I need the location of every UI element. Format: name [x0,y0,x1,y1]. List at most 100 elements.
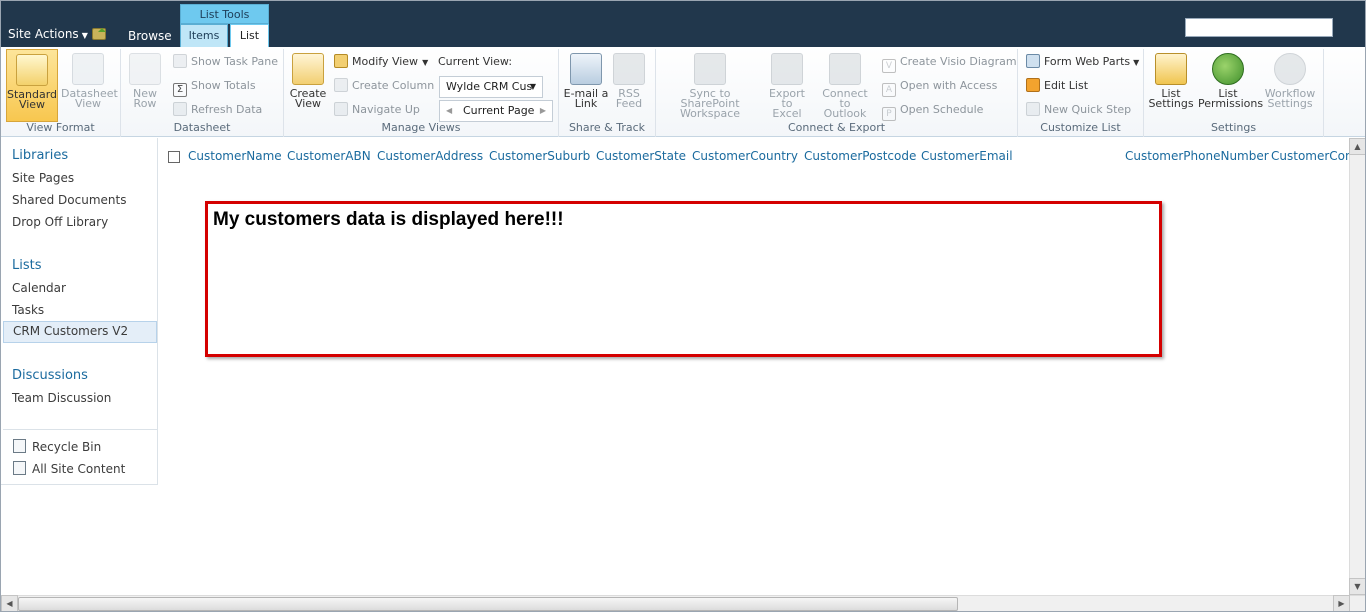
standard-view-icon [16,54,48,86]
nav-item-tasks[interactable]: Tasks [12,303,44,317]
column-header[interactable]: CustomerPostcode [804,149,916,163]
nav-heading-lists[interactable]: Lists [12,258,42,273]
sharepoint-window: Site Actions ▼ Browse List Tools Items Li… [0,0,1366,612]
scroll-left-icon[interactable]: ◀ [1,595,18,611]
nav-item-recycle-bin[interactable]: Recycle Bin [32,440,101,454]
current-view-select[interactable]: Wylde CRM Cus ▼ [439,76,543,98]
settings-group-label: Settings [1210,121,1257,134]
scroll-up-icon[interactable]: ▲ [1349,138,1365,155]
customize-list-group-label: Customize List [1040,121,1121,134]
column-header[interactable]: CustomerABN [287,149,371,163]
nav-item-calendar[interactable]: Calendar [12,281,66,295]
standard-view-button[interactable]: Standard View [6,49,58,122]
sync-workspace-button[interactable]: Sync to SharePoint Workspace [660,49,760,119]
nav-heading-discussions[interactable]: Discussions [12,368,88,383]
form-web-parts-button[interactable]: Form Web Parts ▼ [1026,54,1139,70]
refresh-data-button[interactable]: Refresh Data [173,102,262,118]
envelope-icon [570,53,602,85]
outlook-icon [829,53,861,85]
edit-list-icon [1026,78,1040,92]
scroll-right-icon[interactable]: ▶ [1333,595,1350,611]
new-row-icon [129,53,161,85]
current-page-pager: ◀ Current Page ▶ [439,100,553,122]
list-settings-button[interactable]: List Settings [1148,49,1194,109]
refresh-data-label: Refresh Data [191,103,263,116]
column-header[interactable]: CustomerAddress [377,149,483,163]
connect-outlook-button[interactable]: Connect to Outlook [816,49,874,119]
column-header[interactable]: CustomerPhoneNumber [1125,149,1269,163]
form-web-parts-label: Form Web Parts [1044,55,1131,68]
nav-item-shared-documents[interactable]: Shared Documents [12,193,126,207]
nav-item-drop-off-library[interactable]: Drop Off Library [12,215,108,229]
nav-divider [3,429,157,430]
nav-item-crm-customers-v2[interactable]: CRM Customers V2 [3,321,157,343]
recycle-bin-icon [13,439,26,453]
customer-data-placeholder: My customers data is displayed here!!! [205,201,1162,357]
open-schedule-button[interactable]: P Open Schedule [882,102,983,121]
scroll-down-icon[interactable]: ▼ [1349,578,1365,595]
nav-item-team-discussion[interactable]: Team Discussion [12,391,111,405]
export-excel-label-2: Excel [772,107,802,120]
show-totals-button[interactable]: Σ Show Totals [173,78,256,97]
site-actions-menu[interactable]: Site Actions ▼ [8,27,88,41]
rss-icon [613,53,645,85]
column-header[interactable]: CustomerState [596,149,686,163]
email-link-button[interactable]: E-mail a Link [563,49,609,109]
tab-list[interactable]: List [230,24,269,48]
ribbon: Standard View Datasheet View View Format… [1,47,1365,137]
share-track-group-label: Share & Track [568,121,646,134]
tab-items[interactable]: Items [180,24,228,47]
group-settings: List Settings List Permissions Workflow … [1144,49,1324,137]
edit-list-button[interactable]: Edit List [1026,78,1088,94]
group-view-format: Standard View Datasheet View View Format [1,49,121,137]
create-visio-button[interactable]: V Create Visio Diagram [882,54,1017,73]
create-view-button[interactable]: Create View [288,49,328,109]
search-input[interactable] [1185,18,1333,37]
access-icon: A [882,83,896,97]
workflow-settings-button[interactable]: Workflow Settings [1262,49,1318,109]
show-task-pane-button[interactable]: Show Task Pane [173,54,278,70]
nav-item-site-pages[interactable]: Site Pages [12,171,74,185]
modify-view-button[interactable]: Modify View ▼ [334,54,428,70]
tab-browse[interactable]: Browse [128,29,172,43]
modify-view-label: Modify View [352,55,419,68]
connect-outlook-label-1: Connect to [822,87,868,110]
open-access-button[interactable]: A Open with Access [882,78,997,97]
rss-feed-button[interactable]: RSS Feed [613,49,645,109]
column-header[interactable]: CustomerName [188,149,282,163]
create-column-button[interactable]: Create Column [334,78,434,94]
select-all-checkbox[interactable] [168,151,180,163]
navigate-up-folder-icon[interactable] [92,28,106,40]
new-row-button[interactable]: New Row [127,49,163,109]
vertical-scrollbar[interactable]: ▲ ▼ [1349,138,1365,595]
new-quick-step-label: New Quick Step [1044,103,1132,116]
list-permissions-button[interactable]: List Permissions [1198,49,1263,109]
navigate-up-icon [334,102,348,116]
nav-heading-libraries[interactable]: Libraries [12,148,68,163]
show-task-pane-label: Show Task Pane [191,55,279,68]
column-header[interactable]: CustomerCountry [692,149,798,163]
workflow-icon [1274,53,1306,85]
email-link-label-2: Link [574,97,598,110]
workflow-settings-label-2: Settings [1267,97,1313,110]
next-page-icon[interactable]: ▶ [540,101,546,121]
sigma-icon: Σ [173,83,187,97]
new-quick-step-button[interactable]: New Quick Step [1026,102,1131,118]
chevron-down-icon: ▼ [529,82,536,91]
manage-views-group-label: Manage Views [381,121,461,134]
column-header[interactable]: CustomerCon [1271,149,1349,163]
horizontal-scroll-thumb[interactable] [18,597,958,611]
list-tools-context-label: List Tools [180,4,269,24]
datasheet-view-button[interactable]: Datasheet View [61,49,118,109]
nav-item-all-site-content[interactable]: All Site Content [32,462,125,476]
sync-icon [694,53,726,85]
permissions-users-icon [1212,53,1244,85]
previous-page-icon[interactable]: ◀ [446,101,452,121]
column-header[interactable]: CustomerEmail [921,149,1013,163]
column-header[interactable]: CustomerSuburb [489,149,590,163]
horizontal-scrollbar[interactable]: ◀ ▶ [1,595,1365,611]
all-site-content-icon [13,461,26,475]
project-icon: P [882,107,896,121]
navigate-up-button[interactable]: Navigate Up [334,102,420,118]
export-excel-button[interactable]: Export to Excel [762,49,812,119]
